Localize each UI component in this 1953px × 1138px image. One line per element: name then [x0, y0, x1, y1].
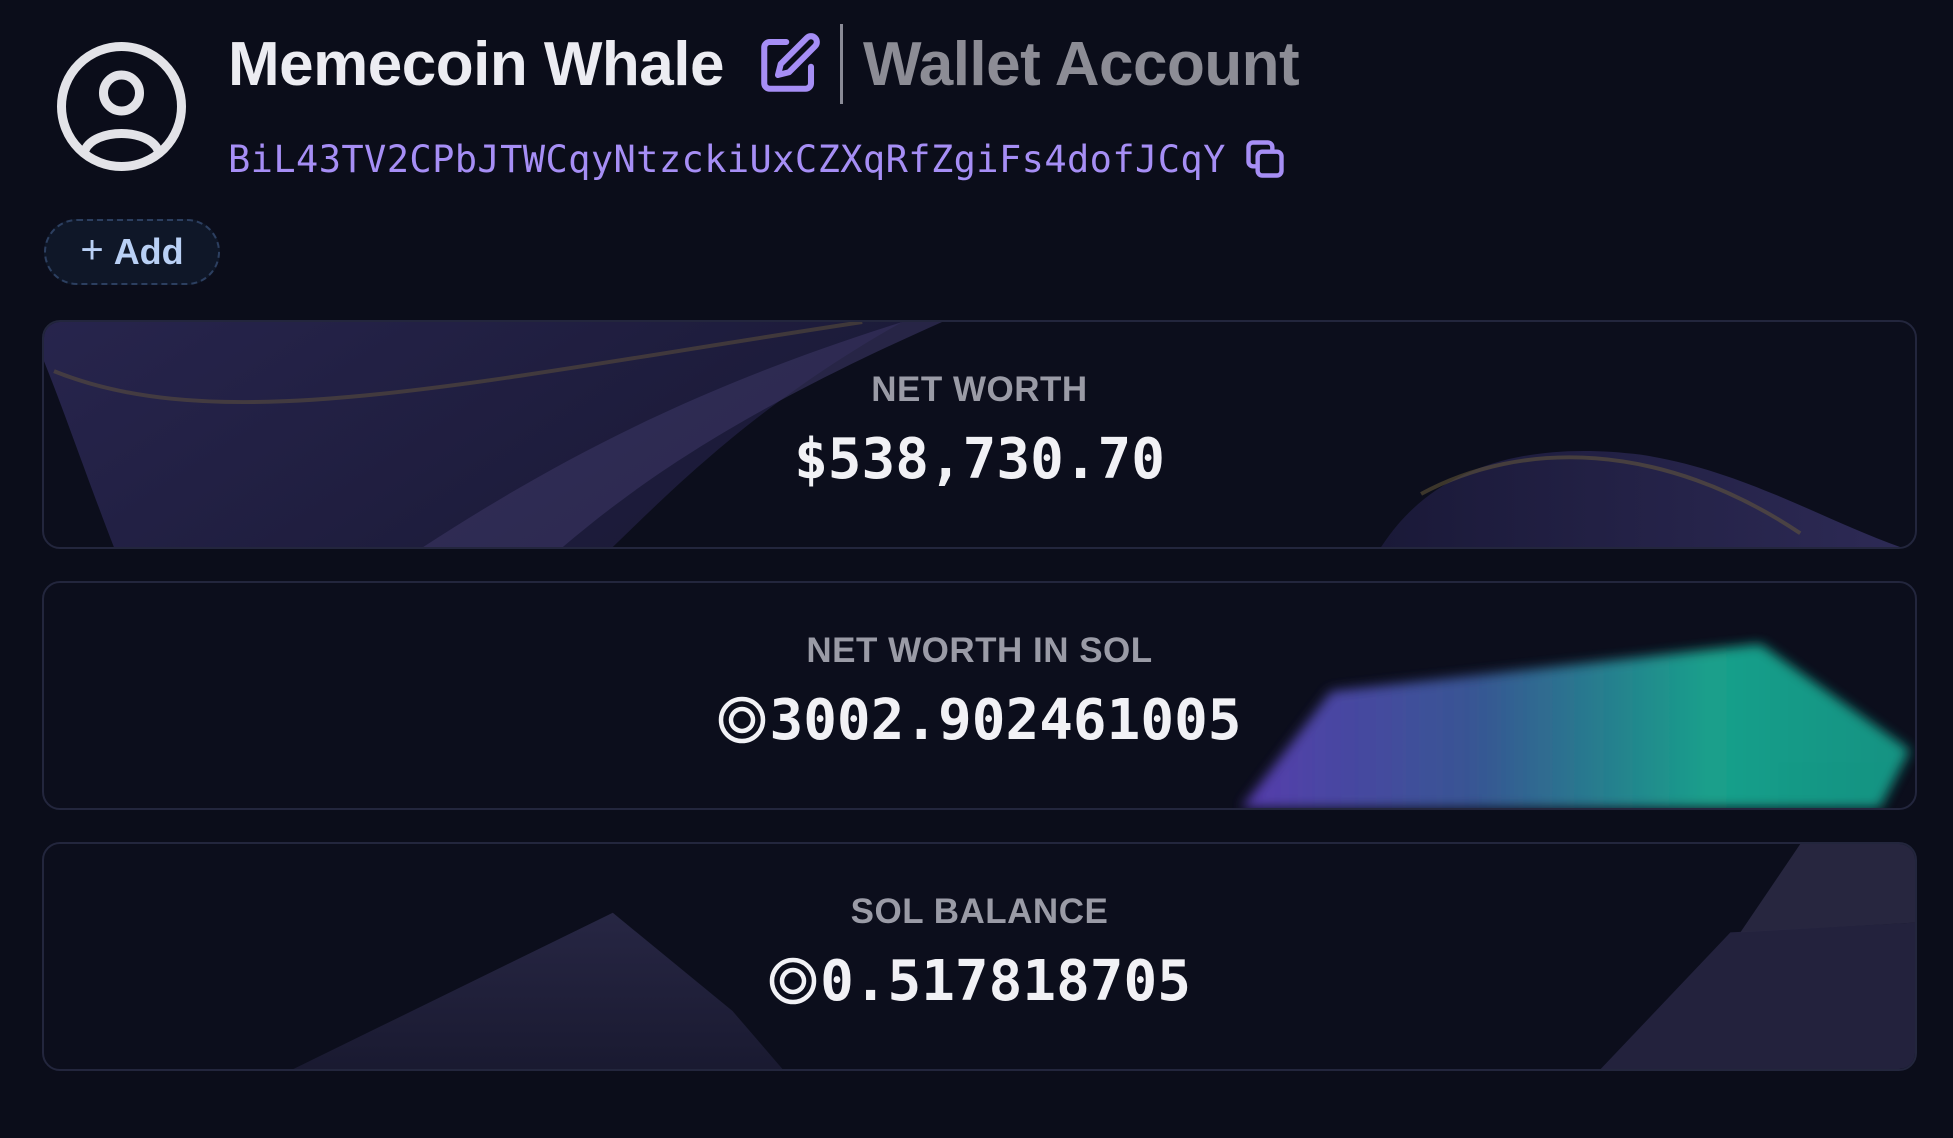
plus-icon: + — [80, 228, 104, 272]
user-circle-icon — [55, 40, 188, 173]
sol-balance-value-row: 0.517818705 — [44, 949, 1915, 1014]
add-button-label: Add — [113, 231, 184, 272]
net-worth-sol-value: 3002.902461005 — [769, 688, 1242, 753]
title-divider — [840, 24, 843, 104]
sol-icon — [719, 696, 766, 744]
net-worth-label: NET WORTH — [871, 370, 1088, 409]
net-worth-sol-label: NET WORTH IN SOL — [806, 631, 1153, 670]
wallet-address[interactable]: BiL43TV2CPbJTWCqyNtzckiUxCZXqRfZgiFs4dof… — [228, 138, 1226, 181]
net-worth-card: NET WORTH $538,730.70 — [42, 320, 1917, 549]
sol-balance-card: SOL BALANCE 0.517818705 — [42, 842, 1917, 1071]
net-worth-sol-value-row: 3002.902461005 — [44, 688, 1915, 753]
net-worth-sol-card: NET WORTH IN SOL 3002.902461005 — [42, 581, 1917, 810]
sol-icon — [769, 957, 817, 1005]
account-type-label: Wallet Account — [863, 29, 1300, 99]
address-row: BiL43TV2CPbJTWCqyNtzckiUxCZXqRfZgiFs4dof… — [228, 134, 1288, 184]
add-button[interactable]: + Add — [44, 219, 220, 285]
edit-name-button[interactable] — [754, 29, 824, 99]
copy-address-button[interactable] — [1242, 136, 1288, 182]
wallet-name: Memecoin Whale — [228, 29, 725, 99]
pencil-edit-icon — [761, 33, 820, 92]
wallet-title-row: Memecoin Whale Wallet Account — [228, 24, 1300, 104]
sol-balance-label: SOL BALANCE — [850, 892, 1109, 931]
copy-icon — [1246, 140, 1284, 178]
net-worth-value: $538,730.70 — [794, 427, 1165, 492]
sol-balance-value: 0.517818705 — [820, 949, 1191, 1014]
